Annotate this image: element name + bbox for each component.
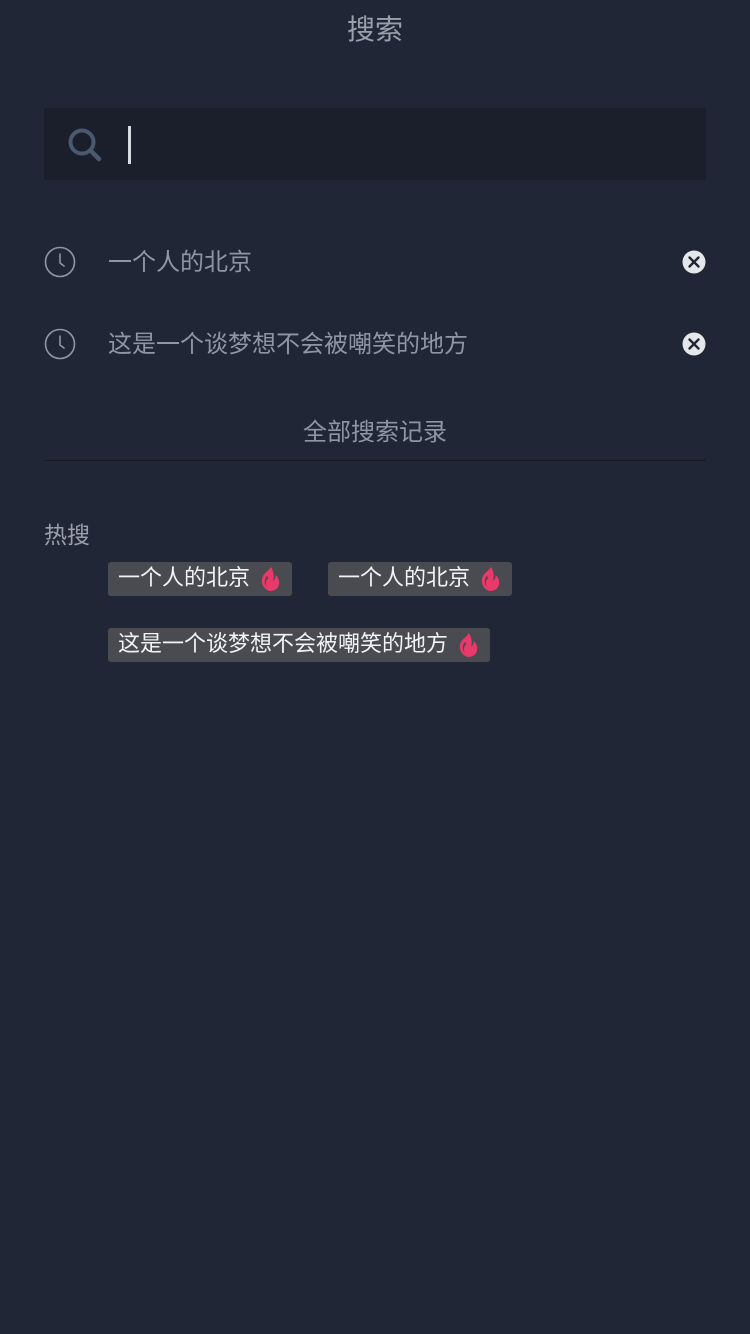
history-item-label: 一个人的北京 bbox=[108, 248, 252, 276]
search-bar[interactable] bbox=[44, 108, 706, 180]
hot-search-tag[interactable]: 一个人的北京 bbox=[108, 562, 293, 596]
all-search-history-link[interactable]: 全部搜索记录 bbox=[44, 412, 706, 452]
flame-icon bbox=[481, 567, 500, 591]
history-item-label: 这是一个谈梦想不会被嘲笑的地方 bbox=[108, 330, 468, 358]
flame-icon bbox=[261, 567, 280, 591]
flame-icon bbox=[459, 633, 478, 657]
history-item[interactable]: 一个人的北京 bbox=[44, 242, 706, 282]
hot-search-tag-label: 一个人的北京 bbox=[118, 566, 251, 591]
search-input[interactable] bbox=[128, 108, 688, 180]
clock-icon bbox=[44, 328, 76, 360]
clock-icon bbox=[44, 246, 76, 278]
history-item[interactable]: 这是一个谈梦想不会被嘲笑的地方 bbox=[44, 324, 706, 364]
divider bbox=[44, 460, 706, 461]
hot-search-tag-label: 这是一个谈梦想不会被嘲笑的地方 bbox=[118, 632, 449, 657]
hot-search-tag[interactable]: 一个人的北京 bbox=[328, 562, 513, 596]
text-cursor bbox=[128, 126, 131, 164]
close-circle-icon[interactable] bbox=[682, 250, 706, 274]
search-icon bbox=[68, 128, 102, 162]
close-circle-icon[interactable] bbox=[682, 332, 706, 356]
hot-search-title: 热搜 bbox=[44, 523, 90, 549]
hot-search-tag[interactable]: 这是一个谈梦想不会被嘲笑的地方 bbox=[108, 628, 491, 662]
hot-search-tag-label: 一个人的北京 bbox=[338, 566, 471, 591]
page-title: 搜索 bbox=[346, 13, 403, 46]
